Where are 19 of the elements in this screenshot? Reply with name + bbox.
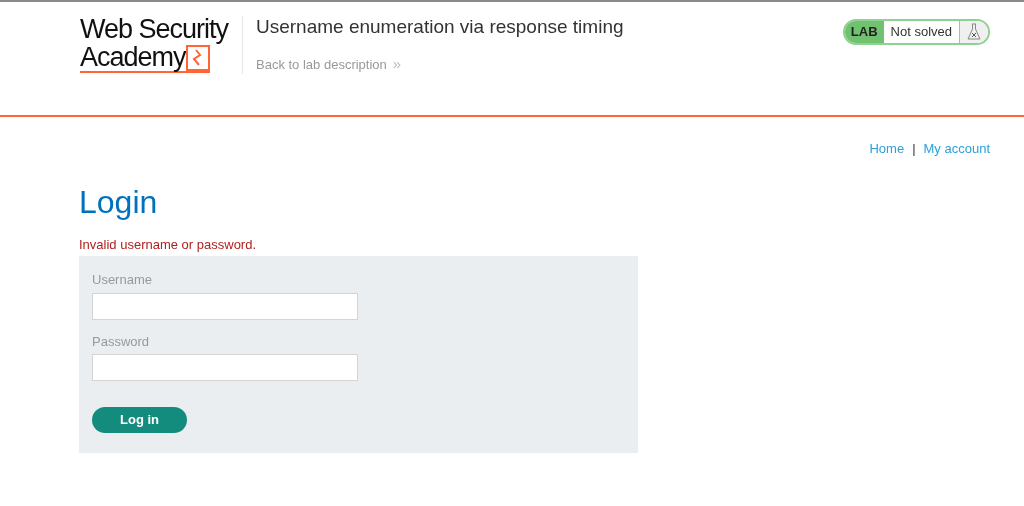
back-link[interactable]: Back to lab description » <box>256 53 402 76</box>
error-message: Invalid username or password. <box>79 235 257 254</box>
flask-icon <box>967 23 981 41</box>
input-field[interactable] <box>92 292 358 320</box>
input-field[interactable] <box>92 354 358 381</box>
lab-tag: LAB <box>844 21 884 43</box>
field-label: Username <box>92 271 152 289</box>
nav-link[interactable]: Home <box>869 139 905 159</box>
nav-link[interactable]: My account <box>923 139 990 159</box>
lab-title: Username enumeration via response timing <box>256 16 624 38</box>
login-button[interactable]: Log in <box>92 407 187 433</box>
logo[interactable]: Web Security Academy <box>80 16 242 73</box>
double-chevron-icon: » <box>392 53 402 76</box>
logo-text: Academy <box>80 43 186 71</box>
field-label: Password <box>92 332 150 351</box>
page-title: Login <box>79 182 158 221</box>
lightning-icon <box>185 45 210 71</box>
nav-separator: | <box>912 140 916 158</box>
logo-text: Web Security <box>80 16 230 43</box>
